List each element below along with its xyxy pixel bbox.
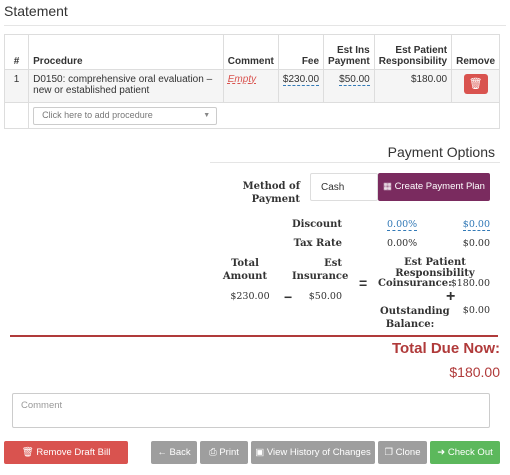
history-label: View History of Changes: [266, 447, 371, 458]
col-comment: Comment: [222, 34, 279, 70]
remove-row-button[interactable]: 🗑: [463, 74, 488, 94]
col-fee: Fee: [277, 34, 325, 70]
remove-draft-label: Remove Draft Bill: [36, 447, 111, 458]
total-due-value: $180.00: [449, 364, 500, 380]
total-amount-value: $230.00: [230, 291, 270, 302]
create-plan-label: Create Payment Plan: [394, 181, 485, 192]
arrow-left-icon: ←: [157, 447, 167, 458]
coinsurance-label: Coinsurance:: [378, 278, 452, 289]
col-est-ins: Est Ins Payment: [323, 34, 375, 70]
tax-pct: 0.00%: [387, 238, 418, 249]
checkout-label: Check Out: [447, 447, 493, 458]
divider: [4, 25, 506, 26]
print-label: Print: [219, 447, 239, 458]
procedure-table: # Procedure Comment Fee Est Ins Payment …: [3, 34, 500, 129]
col-number: #: [3, 34, 30, 70]
divider: [210, 162, 500, 163]
payment-options-title: Payment Options: [387, 144, 495, 160]
row-ins-edit[interactable]: $50.00: [339, 74, 370, 86]
plus-icon: +: [446, 288, 456, 305]
total-amount-label: Total Amount: [222, 258, 268, 282]
view-history-button[interactable]: ▣ View History of Changes: [251, 441, 375, 464]
printer-icon: ⎙: [209, 447, 217, 458]
est-insurance-value: $50.00: [308, 291, 342, 302]
add-procedure-placeholder: Click here to add procedure: [42, 109, 153, 120]
tax-label: Tax Rate: [293, 238, 342, 249]
back-label: Back: [169, 447, 191, 458]
row-number: 1: [3, 69, 30, 103]
payment-method-select[interactable]: Cash: [310, 173, 378, 201]
outstanding-label: Outstanding Balance:: [380, 306, 450, 330]
comment-textarea[interactable]: Comment: [12, 393, 490, 428]
clone-label: Clone: [395, 447, 421, 458]
add-procedure-row: Click here to add procedure ▼: [3, 102, 500, 129]
calendar-icon: ▦: [383, 181, 393, 192]
history-icon: ▣: [255, 447, 265, 458]
section-title-statement: Statement: [4, 3, 68, 19]
discount-pct-edit[interactable]: 0.00%: [387, 219, 418, 231]
row-patient-resp: $180.00: [373, 69, 453, 103]
est-patient-resp-label: Est Patient Responsibility: [395, 257, 475, 279]
remove-draft-bill-button[interactable]: 🗑 Remove Draft Bill: [4, 441, 128, 464]
outstanding-value: $0.00: [462, 305, 490, 316]
method-label: Method of Payment: [242, 181, 300, 205]
trash-icon: 🗑: [21, 447, 34, 458]
check-out-button[interactable]: ➜ Check Out: [430, 441, 500, 464]
clone-button[interactable]: ❐ Clone: [378, 441, 427, 464]
print-button[interactable]: ⎙ Print: [200, 441, 248, 464]
total-due-label: Total Due Now:: [391, 340, 500, 357]
caret-down-icon: ▼: [203, 111, 211, 119]
equals-icon: =: [359, 275, 368, 291]
row-comment-edit[interactable]: Empty: [228, 74, 256, 85]
est-insurance-label: Est Insurance: [292, 258, 349, 282]
tax-amt: $0.00: [462, 238, 490, 249]
col-procedure: Procedure: [28, 34, 224, 70]
table-header-row: # Procedure Comment Fee Est Ins Payment …: [3, 34, 500, 70]
back-button[interactable]: ← Back: [151, 441, 197, 464]
col-remove: Remove: [451, 34, 500, 70]
create-payment-plan-button[interactable]: ▦ Create Payment Plan: [378, 173, 490, 201]
minus-icon: −: [284, 289, 293, 305]
discount-amt-edit[interactable]: $0.00: [462, 219, 490, 231]
add-procedure-select[interactable]: Click here to add procedure ▼: [33, 106, 218, 125]
row-fee-edit[interactable]: $230.00: [282, 74, 320, 86]
table-row: 1 D0150: comprehensive oral evaluation –…: [3, 69, 500, 103]
copy-icon: ❐: [384, 447, 394, 458]
col-est-patient: Est Patient Responsibility: [373, 34, 453, 70]
row-procedure: D0150: comprehensive oral evaluation – n…: [28, 69, 224, 103]
sign-out-icon: ➜: [437, 447, 446, 458]
total-divider: [10, 335, 498, 337]
trash-icon: 🗑: [468, 78, 483, 90]
discount-label: Discount: [291, 219, 342, 230]
